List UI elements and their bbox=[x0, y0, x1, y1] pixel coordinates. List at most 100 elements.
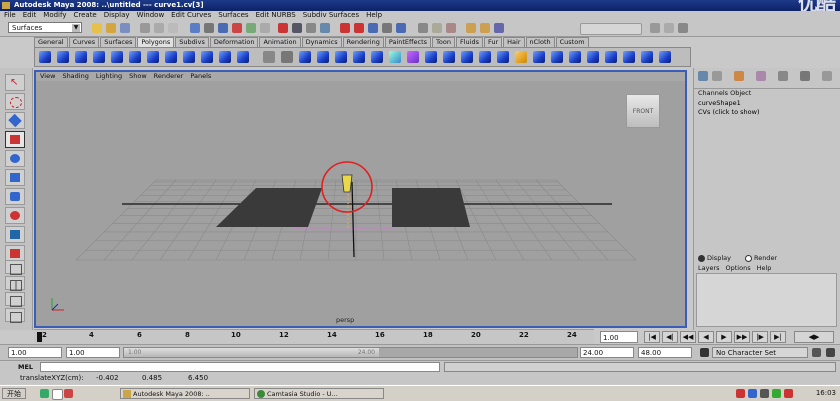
menu-modify[interactable]: Modify bbox=[43, 11, 66, 20]
bevel-icon[interactable] bbox=[479, 51, 491, 63]
merge-vertices-icon[interactable] bbox=[497, 51, 509, 63]
select-tool[interactable]: ↖ bbox=[5, 74, 25, 91]
select-by-rendering-icon[interactable] bbox=[278, 23, 288, 33]
range-bar[interactable]: 1.00 24.00 bbox=[123, 347, 578, 358]
open-scene-icon[interactable] bbox=[106, 23, 116, 33]
render-current-frame-icon[interactable] bbox=[466, 23, 476, 33]
save-scene-icon[interactable] bbox=[120, 23, 130, 33]
poly-torus-icon[interactable] bbox=[129, 51, 141, 63]
separate-icon[interactable] bbox=[281, 51, 293, 63]
layer-menu-help[interactable]: Help bbox=[757, 264, 772, 272]
poly-cone-icon[interactable] bbox=[93, 51, 105, 63]
extract-icon[interactable] bbox=[299, 51, 311, 63]
sculpt-geometry-icon[interactable] bbox=[515, 51, 527, 63]
select-by-dynamic-icon[interactable] bbox=[260, 23, 270, 33]
poly-cylinder-icon[interactable] bbox=[75, 51, 87, 63]
construction-history-icon[interactable] bbox=[446, 23, 456, 33]
uv-texture-editor-icon[interactable] bbox=[659, 51, 671, 63]
wedge-face-icon[interactable] bbox=[533, 51, 545, 63]
menu-edit-nurbs[interactable]: Edit NURBS bbox=[256, 11, 296, 20]
shelf-tab-painteffects[interactable]: PaintEffects bbox=[384, 37, 432, 47]
show-manipulator-tool[interactable] bbox=[5, 226, 25, 243]
graph-editor-icon[interactable] bbox=[822, 71, 832, 81]
volume-icon[interactable] bbox=[760, 389, 769, 398]
character-set-select[interactable]: No Character Set bbox=[712, 347, 808, 358]
append-polygon-icon[interactable] bbox=[407, 51, 419, 63]
poly-sphere-icon[interactable] bbox=[39, 51, 51, 63]
spherical-mapping-icon[interactable] bbox=[623, 51, 635, 63]
channel-box-tabs[interactable]: Channels Object bbox=[698, 89, 751, 97]
shelf-tab-surfaces[interactable]: Surfaces bbox=[100, 37, 137, 47]
shelf-tab-rendering[interactable]: Rendering bbox=[342, 37, 384, 47]
select-by-handle-icon[interactable] bbox=[190, 23, 200, 33]
split-polygon-icon[interactable] bbox=[425, 51, 437, 63]
time-slider[interactable]: 2 4 6 8 10 12 14 16 18 20 22 24 bbox=[34, 329, 594, 344]
quick-launch-icon[interactable] bbox=[40, 389, 49, 398]
shelf-tab-custom[interactable]: Custom bbox=[555, 37, 589, 47]
select-component-icon[interactable] bbox=[168, 23, 178, 33]
select-by-joint-icon[interactable] bbox=[204, 23, 214, 33]
snap-to-point-icon[interactable] bbox=[368, 23, 378, 33]
menu-help[interactable]: Help bbox=[366, 11, 382, 20]
outliner-icon[interactable] bbox=[800, 71, 810, 81]
layout-four-pane[interactable] bbox=[5, 276, 25, 291]
playback-start-field[interactable]: 1.00 bbox=[66, 347, 120, 358]
extrude-icon[interactable] bbox=[371, 51, 383, 63]
snap-to-curve-icon[interactable] bbox=[354, 23, 364, 33]
poly-pyramid-icon[interactable] bbox=[165, 51, 177, 63]
lasso-tool[interactable] bbox=[5, 93, 25, 110]
tray-icon[interactable] bbox=[772, 389, 781, 398]
layer-menu-layers[interactable]: Layers bbox=[698, 264, 720, 272]
duplicate-face-icon[interactable] bbox=[569, 51, 581, 63]
new-scene-icon[interactable] bbox=[92, 23, 102, 33]
combine-icon[interactable] bbox=[263, 51, 275, 63]
shelf-tab-general[interactable]: General bbox=[34, 37, 68, 47]
go-to-start-icon[interactable]: |◀ bbox=[644, 331, 660, 343]
show-channel-box-icon[interactable] bbox=[678, 23, 688, 33]
layer-list[interactable] bbox=[696, 273, 837, 327]
shelf-tab-toon[interactable]: Toon bbox=[432, 37, 455, 47]
tray-icon[interactable] bbox=[736, 389, 745, 398]
shelf-tab-hair[interactable]: Hair bbox=[503, 37, 525, 47]
select-hierarchy-icon[interactable] bbox=[140, 23, 150, 33]
menu-edit[interactable]: Edit bbox=[23, 11, 37, 20]
next-key-icon[interactable]: ▶▶ bbox=[734, 331, 750, 343]
poly-helix-icon[interactable] bbox=[201, 51, 213, 63]
automatic-mapping-icon[interactable] bbox=[641, 51, 653, 63]
key-icon[interactable] bbox=[812, 348, 821, 357]
tray-icon[interactable] bbox=[784, 389, 793, 398]
menu-set-select[interactable]: Surfaces ▼ bbox=[8, 22, 82, 33]
play-backwards-icon[interactable]: ◀ bbox=[698, 331, 714, 343]
smooth-icon[interactable] bbox=[317, 51, 329, 63]
planar-mapping-icon[interactable] bbox=[587, 51, 599, 63]
channel-box-cvs-link[interactable]: CVs (click to show) bbox=[698, 108, 760, 116]
prev-key-icon[interactable]: ◀◀ bbox=[680, 331, 696, 343]
taskbar-item-camtasia[interactable]: Camtasia Studio - U... bbox=[254, 388, 384, 399]
show-desktop-icon[interactable] bbox=[52, 389, 63, 400]
offset-edge-loop-icon[interactable] bbox=[461, 51, 473, 63]
taskbar-item-maya[interactable]: Autodesk Maya 2008: .. bbox=[120, 388, 250, 399]
view-cube-front[interactable]: FRONT bbox=[626, 94, 660, 128]
poly-pipe-icon[interactable] bbox=[183, 51, 195, 63]
menu-subdiv-surfaces[interactable]: Subdiv Surfaces bbox=[303, 11, 359, 20]
shelf-tab-fluids[interactable]: Fluids bbox=[455, 37, 483, 47]
menu-window[interactable]: Window bbox=[137, 11, 165, 20]
select-object-icon[interactable] bbox=[154, 23, 164, 33]
start-button[interactable]: 开始 bbox=[2, 388, 26, 399]
shelf-tab-fur[interactable]: Fur bbox=[483, 37, 503, 47]
poly-platonic-icon[interactable] bbox=[237, 51, 249, 63]
render-layer-radio[interactable]: Render bbox=[744, 254, 777, 262]
make-live-icon[interactable] bbox=[396, 23, 406, 33]
show-tool-settings-icon[interactable] bbox=[664, 23, 674, 33]
select-by-deformer-icon[interactable] bbox=[246, 23, 256, 33]
go-to-end-icon[interactable]: ▶| bbox=[770, 331, 786, 343]
browser-icon[interactable] bbox=[64, 389, 73, 398]
snap-to-grid-icon[interactable] bbox=[340, 23, 350, 33]
layer-editor-icon[interactable] bbox=[712, 71, 722, 81]
menu-display[interactable]: Display bbox=[104, 11, 130, 20]
lock-selection-icon[interactable] bbox=[306, 23, 316, 33]
show-attribute-editor-icon[interactable] bbox=[650, 23, 660, 33]
poke-face-icon[interactable] bbox=[551, 51, 563, 63]
shelf-tab-subdivs[interactable]: Subdivs bbox=[175, 37, 209, 47]
perspective-viewport[interactable]: View Shading Lighting Show Renderer Pane… bbox=[34, 70, 687, 328]
